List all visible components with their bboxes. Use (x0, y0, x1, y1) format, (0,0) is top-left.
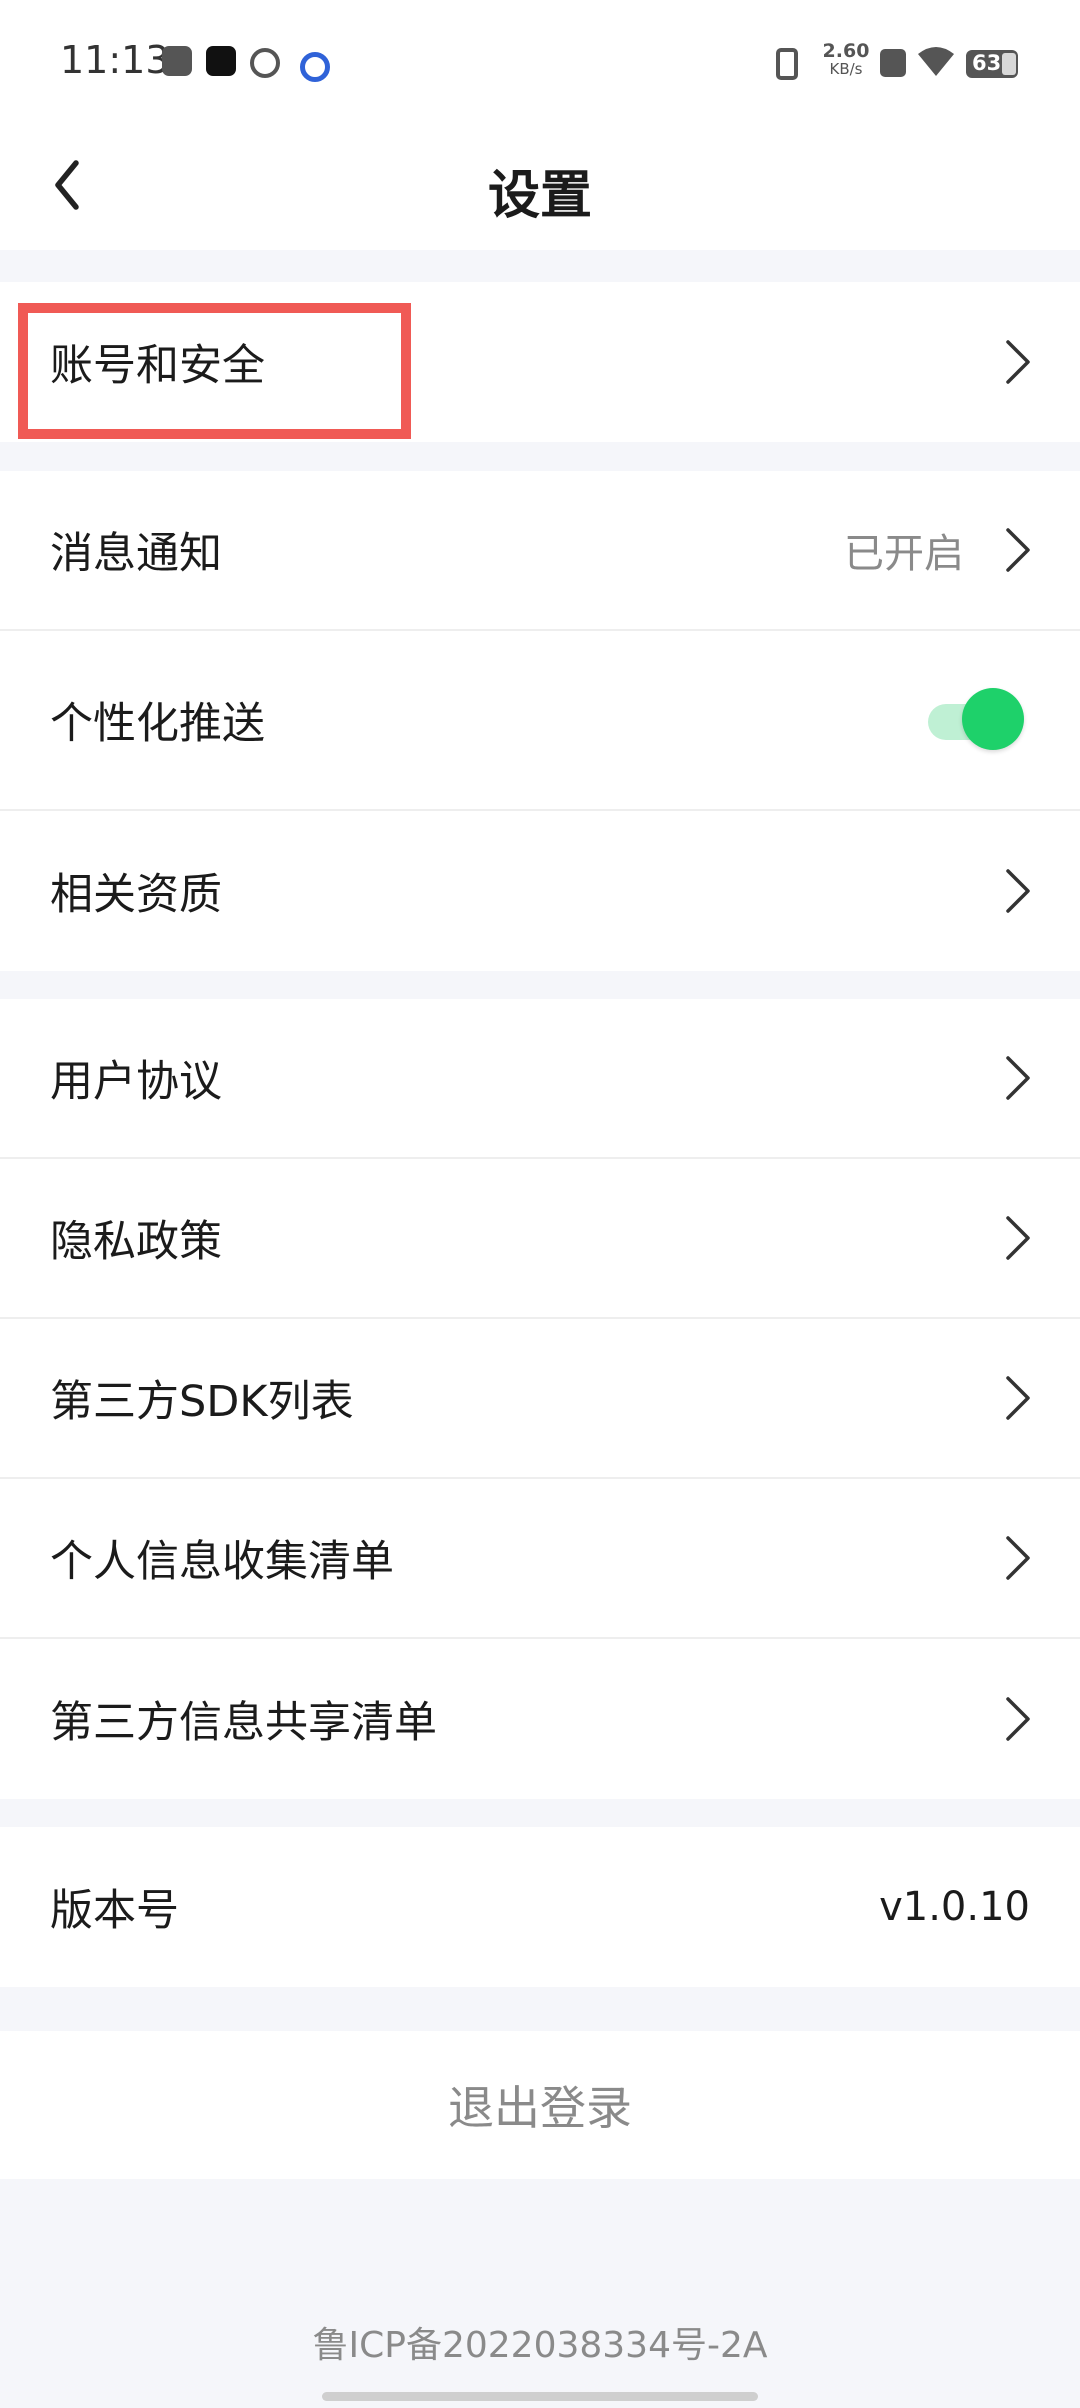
settings-item-label: 个性化推送 (50, 699, 265, 749)
leaf-app-icon (250, 48, 280, 78)
settings-item-third-party-sharing[interactable]: 第三方信息共享清单 (0, 1639, 1080, 1799)
chevron-right-icon (1006, 340, 1030, 384)
chevron-right-icon (1006, 1697, 1030, 1741)
settings-item-label: 消息通知 (50, 529, 222, 579)
circle-app-icon (300, 52, 330, 82)
net-speed-unit: KB/s (829, 60, 863, 78)
page-title: 设置 (487, 166, 592, 226)
chevron-right-icon (1006, 1056, 1030, 1100)
settings-item-qualifications[interactable]: 相关资质 (0, 811, 1080, 971)
home-indicator[interactable] (322, 2392, 758, 2401)
logout-label: 退出登录 (448, 2081, 632, 2135)
status-time: 11:13 (60, 38, 170, 82)
settings-item-label: 版本号 (50, 1886, 179, 1936)
icp-license: 鲁ICP备2022038334号-2A (312, 2325, 768, 2366)
highlight-box (18, 303, 411, 439)
settings-item-label: 用户协议 (50, 1057, 222, 1107)
settings-item-user-agreement[interactable]: 用户协议 (0, 999, 1080, 1159)
settings-item-version: 版本号 v1.0.10 (0, 1827, 1080, 1987)
settings-item-message-notification[interactable]: 消息通知 已开启 (0, 471, 1080, 631)
settings-group-version: 版本号 v1.0.10 (0, 1827, 1080, 1987)
net-speed: 2.60 KB/s (818, 40, 874, 79)
mail-icon (162, 46, 192, 76)
battery-icon: 63 (966, 50, 1018, 78)
version-number: v1.0.10 (879, 1884, 1030, 1930)
chevron-right-icon (1006, 1216, 1030, 1260)
notification-status: 已开启 (844, 531, 964, 577)
chevron-right-icon (1006, 528, 1030, 572)
settings-item-label: 第三方信息共享清单 (50, 1698, 437, 1748)
settings-group-legal: 用户协议 隐私政策 第三方SDK列表 个人信息收集清单 第三方信息共享清单 (0, 999, 1080, 1799)
settings-item-label: 隐私政策 (50, 1217, 222, 1267)
vibrate-icon (776, 48, 798, 80)
toggle-knob (962, 688, 1024, 750)
net-speed-value: 2.60 (822, 40, 870, 62)
personalized-push-toggle[interactable] (928, 688, 1024, 752)
settings-item-label: 第三方SDK列表 (50, 1377, 354, 1427)
settings-item-third-party-sdk[interactable]: 第三方SDK列表 (0, 1319, 1080, 1479)
chevron-right-icon (1006, 869, 1030, 913)
logout-button[interactable]: 退出登录 (0, 2031, 1080, 2179)
top-nav-bar: 设置 (0, 125, 1080, 250)
settings-item-label: 相关资质 (50, 870, 222, 920)
wifi-icon (916, 44, 956, 82)
sim-blocked-icon (880, 49, 906, 77)
settings-item-personal-info-list[interactable]: 个人信息收集清单 (0, 1479, 1080, 1639)
battery-empty-segment (1002, 53, 1016, 75)
settings-item-label: 个人信息收集清单 (50, 1537, 394, 1587)
tiktok-icon (206, 46, 236, 76)
chevron-right-icon (1006, 1376, 1030, 1420)
chevron-right-icon (1006, 1536, 1030, 1580)
status-bar: 11:13 2.60 KB/s 63 (0, 0, 1080, 125)
battery-level: 63 (972, 51, 1002, 75)
settings-group-notifications: 消息通知 已开启 个性化推送 相关资质 (0, 471, 1080, 971)
settings-item-privacy-policy[interactable]: 隐私政策 (0, 1159, 1080, 1319)
settings-item-personalized-push: 个性化推送 (0, 631, 1080, 811)
